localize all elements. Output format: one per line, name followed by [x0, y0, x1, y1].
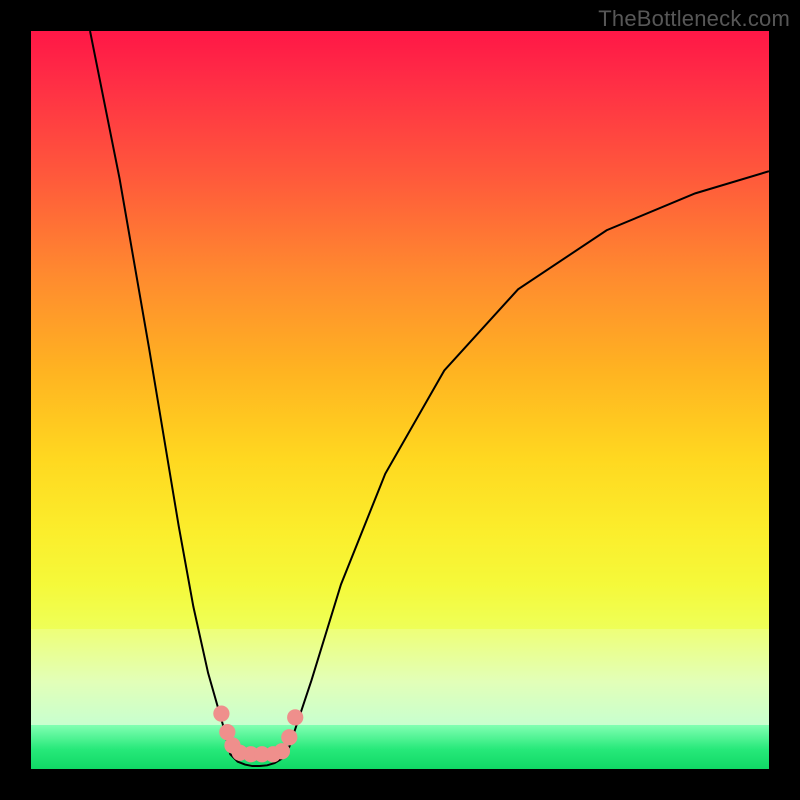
curve-path: [90, 31, 769, 766]
valley-marker: [287, 709, 303, 725]
valley-marker: [281, 729, 297, 745]
attribution-label: TheBottleneck.com: [598, 6, 790, 32]
valley-marker: [274, 743, 290, 759]
valley-marker: [213, 706, 229, 722]
plot-area: [31, 31, 769, 769]
chart-frame: TheBottleneck.com: [0, 0, 800, 800]
marker-group: [213, 706, 303, 763]
curve-path-group: [90, 31, 769, 766]
bottleneck-curve: [31, 31, 769, 769]
